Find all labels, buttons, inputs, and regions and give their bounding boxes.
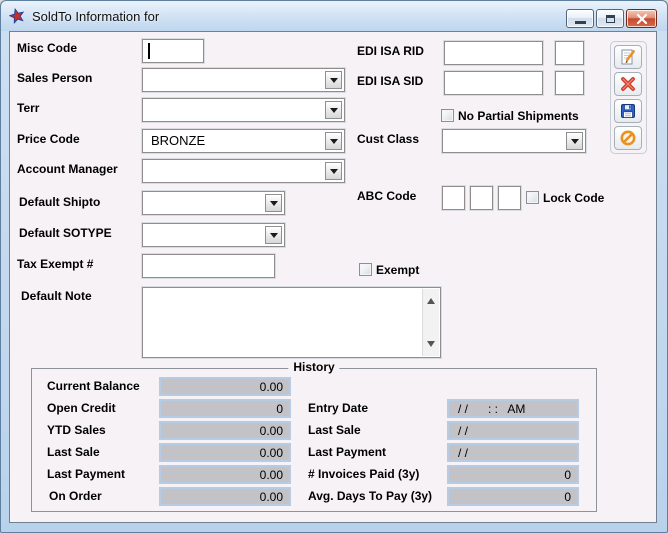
on-order-label: On Order — [49, 489, 102, 503]
abc-code-input-1[interactable] — [442, 186, 465, 210]
tax-exempt-label: Tax Exempt # — [17, 257, 93, 271]
sales-person-dropdown[interactable] — [142, 68, 345, 92]
edi-isa-rid-aux-input[interactable] — [555, 41, 584, 65]
default-shipto-label: Default Shipto — [19, 195, 100, 209]
invoices-paid-label: # Invoices Paid (3y) — [308, 467, 419, 481]
open-credit-label: Open Credit — [47, 401, 116, 415]
abc-code-input-3[interactable] — [498, 186, 521, 210]
no-partial-shipments-label: No Partial Shipments — [458, 109, 579, 123]
edi-isa-sid-input[interactable] — [444, 71, 543, 95]
close-icon — [636, 14, 648, 24]
lock-code-label: Lock Code — [543, 191, 604, 205]
dropdown-button[interactable] — [566, 132, 583, 150]
save-button[interactable] — [614, 99, 642, 123]
price-code-label: Price Code — [17, 132, 80, 146]
dialog-window: SoldTo Information for Misc Code Sales P… — [0, 0, 668, 533]
red-x-icon — [619, 75, 637, 93]
dropdown-button[interactable] — [325, 162, 342, 180]
minimize-icon — [575, 21, 586, 24]
text-caret — [148, 43, 150, 59]
last-sale-amount-field: 0.00 — [159, 443, 291, 462]
lock-code-checkbox[interactable] — [526, 191, 539, 204]
dropdown-button[interactable] — [325, 132, 342, 150]
delete-button[interactable] — [614, 72, 642, 96]
account-manager-label: Account Manager — [17, 162, 118, 176]
misc-code-input[interactable] — [142, 39, 204, 63]
default-note-textarea[interactable] — [142, 287, 441, 358]
minimize-button[interactable] — [566, 9, 594, 28]
terr-label: Terr — [17, 101, 39, 115]
no-partial-shipments-checkbox[interactable] — [441, 109, 454, 122]
last-sale-date-field: / / — [447, 421, 579, 440]
avg-days-to-pay-field: 0 — [447, 487, 579, 506]
entry-date-label: Entry Date — [308, 401, 368, 415]
last-payment-date-label: Last Payment — [308, 445, 386, 459]
sales-person-label: Sales Person — [17, 71, 92, 85]
default-sotype-label: Default SOTYPE — [19, 226, 112, 240]
edi-isa-rid-input[interactable] — [444, 41, 543, 65]
terr-dropdown[interactable] — [142, 98, 345, 122]
price-code-value: BRONZE — [151, 133, 205, 148]
chevron-down-icon — [330, 78, 338, 87]
app-star-icon — [9, 8, 25, 24]
maximize-icon — [606, 15, 615, 23]
last-payment-amount-label: Last Payment — [47, 467, 125, 481]
abc-code-label: ABC Code — [357, 189, 416, 203]
exempt-checkbox[interactable] — [359, 263, 372, 276]
history-groupbox: History Current Balance 0.00 Open Credit… — [31, 368, 597, 512]
account-manager-dropdown[interactable] — [142, 159, 345, 183]
last-sale-date-label: Last Sale — [308, 423, 361, 437]
edit-note-icon — [619, 48, 637, 66]
cust-class-label: Cust Class — [357, 132, 419, 146]
chevron-down-icon — [330, 108, 338, 117]
dropdown-button[interactable] — [265, 194, 282, 212]
last-payment-amount-field: 0.00 — [159, 465, 291, 484]
chevron-down-icon — [330, 139, 338, 148]
window-title: SoldTo Information for — [32, 9, 159, 24]
chevron-down-icon — [270, 201, 278, 210]
history-title: History — [288, 360, 339, 374]
toolbar-button-group — [610, 41, 647, 154]
textarea-scrollbar[interactable] — [422, 289, 439, 356]
current-balance-field: 0.00 — [159, 377, 291, 396]
avg-days-to-pay-label: Avg. Days To Pay (3y) — [308, 489, 432, 503]
dropdown-button[interactable] — [325, 101, 342, 119]
invoices-paid-field: 0 — [447, 465, 579, 484]
chevron-down-icon — [571, 139, 579, 148]
edi-isa-rid-label: EDI ISA RID — [357, 44, 424, 58]
scroll-up-icon[interactable] — [427, 294, 435, 304]
chevron-down-icon — [330, 169, 338, 178]
floppy-disk-icon — [619, 102, 637, 120]
scroll-down-icon[interactable] — [427, 341, 435, 351]
default-note-label: Default Note — [21, 289, 92, 303]
default-sotype-dropdown[interactable] — [142, 223, 285, 247]
chevron-down-icon — [270, 233, 278, 242]
open-credit-field: 0 — [159, 399, 291, 418]
window-controls — [566, 9, 657, 28]
ytd-sales-field: 0.00 — [159, 421, 291, 440]
title-bar: SoldTo Information for — [1, 1, 667, 31]
default-shipto-dropdown[interactable] — [142, 191, 285, 215]
ytd-sales-label: YTD Sales — [47, 423, 106, 437]
abc-code-input-2[interactable] — [470, 186, 493, 210]
dropdown-button[interactable] — [265, 226, 282, 244]
price-code-dropdown[interactable]: BRONZE — [142, 129, 345, 153]
last-sale-amount-label: Last Sale — [47, 445, 100, 459]
no-entry-icon — [619, 129, 637, 147]
cancel-button[interactable] — [614, 126, 642, 150]
edit-button[interactable] — [614, 45, 642, 69]
close-button[interactable] — [626, 9, 657, 28]
last-payment-date-field: / / — [447, 443, 579, 462]
misc-code-label: Misc Code — [17, 41, 77, 55]
edi-isa-sid-label: EDI ISA SID — [357, 74, 423, 88]
edi-isa-sid-aux-input[interactable] — [555, 71, 584, 95]
current-balance-label: Current Balance — [47, 379, 140, 393]
on-order-field: 0.00 — [159, 487, 291, 506]
dropdown-button[interactable] — [325, 71, 342, 89]
exempt-label: Exempt — [376, 263, 419, 277]
tax-exempt-input[interactable] — [142, 254, 275, 278]
entry-date-field: / / : : AM — [447, 399, 579, 418]
maximize-button[interactable] — [596, 9, 624, 28]
cust-class-dropdown[interactable] — [442, 129, 586, 153]
